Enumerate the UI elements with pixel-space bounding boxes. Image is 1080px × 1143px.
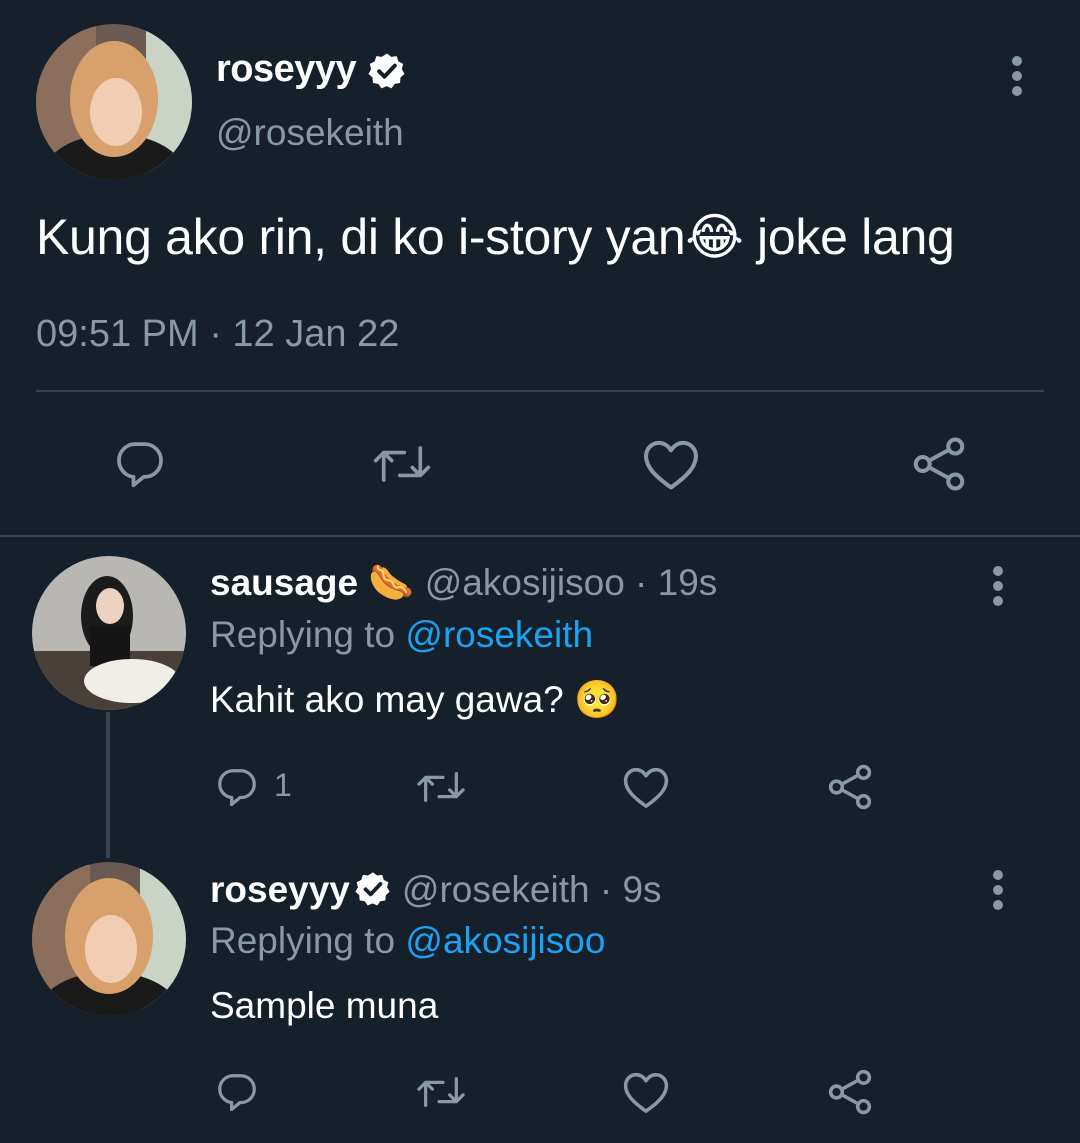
display-name[interactable]: roseyyy [216, 48, 357, 91]
handle[interactable]: @akosijisoo [425, 562, 625, 603]
retweet-icon [417, 771, 465, 803]
separator-dot: · [589, 869, 623, 910]
handle[interactable]: @rosekeith [402, 869, 590, 910]
avatar[interactable] [32, 556, 186, 710]
share-button[interactable] [908, 434, 970, 494]
more-vertical-icon[interactable] [991, 566, 1005, 610]
heart-icon [623, 767, 669, 808]
section-divider [0, 535, 1080, 537]
tweet-text: Kahit ako may gawa? 🥺 [210, 679, 621, 720]
separator-dot: · [624, 562, 658, 603]
retweet-icon [373, 446, 431, 482]
share-icon [828, 1069, 872, 1115]
handle[interactable]: @rosekeith [216, 112, 404, 154]
tweet-timestamp[interactable]: 09:51 PM · 12 Jan 22 [36, 313, 399, 356]
heart-icon [644, 440, 698, 490]
more-vertical-icon[interactable] [991, 870, 1005, 914]
display-name[interactable]: sausage 🌭 [210, 562, 414, 603]
display-name[interactable]: roseyyy [210, 869, 350, 910]
verified-badge-icon [355, 872, 390, 906]
main-tweet[interactable]: roseyyy @rosekeith Kung ako rin, di ko i… [0, 0, 1080, 536]
avatar-photo-icon [32, 862, 186, 1016]
tweet-thread-page: roseyyy @rosekeith Kung ako rin, di ko i… [0, 0, 1080, 1143]
reply-icon [218, 1074, 256, 1112]
verified-badge-icon [368, 53, 405, 89]
thread-line [106, 712, 110, 858]
retweet-button[interactable] [370, 436, 434, 492]
reply-count: 1 [274, 767, 292, 803]
like-button[interactable] [621, 1069, 671, 1115]
retweet-icon [417, 1076, 465, 1108]
replying-to-line: Replying to @akosijisoo [210, 920, 605, 962]
reply-header: roseyyy @rosekeith · 9s [210, 869, 662, 911]
share-button[interactable] [825, 762, 875, 812]
replying-to-line: Replying to @rosekeith [210, 614, 593, 656]
tweet-text: Sample muna [210, 985, 439, 1026]
tweet-age[interactable]: 9s [622, 869, 661, 910]
avatar-photo-icon [36, 24, 192, 180]
mention-link[interactable]: @akosijisoo [405, 920, 605, 961]
reply-button[interactable] [214, 764, 260, 810]
replying-label: Replying to [210, 920, 396, 961]
mention-link[interactable]: @rosekeith [405, 614, 593, 655]
avatar[interactable] [36, 24, 192, 180]
avatar[interactable] [32, 862, 186, 1016]
like-button[interactable] [621, 764, 671, 810]
tweet-text: Kung ako rin, di ko i-story yan😂 joke la… [36, 209, 955, 265]
reply-icon [218, 769, 256, 807]
avatar-photo-icon [32, 556, 186, 710]
more-vertical-icon[interactable] [1010, 56, 1024, 100]
share-button[interactable] [825, 1067, 875, 1117]
replying-label: Replying to [210, 614, 396, 655]
reply-button[interactable] [112, 436, 168, 492]
share-icon [913, 437, 965, 491]
retweet-button[interactable] [414, 764, 468, 810]
retweet-button[interactable] [414, 1069, 468, 1115]
reply-icon [117, 442, 163, 488]
share-icon [828, 764, 872, 810]
heart-icon [623, 1072, 669, 1113]
reply-button[interactable] [214, 1069, 260, 1115]
like-button[interactable] [640, 436, 702, 492]
reply-header: sausage 🌭 @akosijisoo · 19s [210, 562, 717, 605]
tweet-age[interactable]: 19s [658, 562, 718, 603]
divider [36, 390, 1044, 392]
